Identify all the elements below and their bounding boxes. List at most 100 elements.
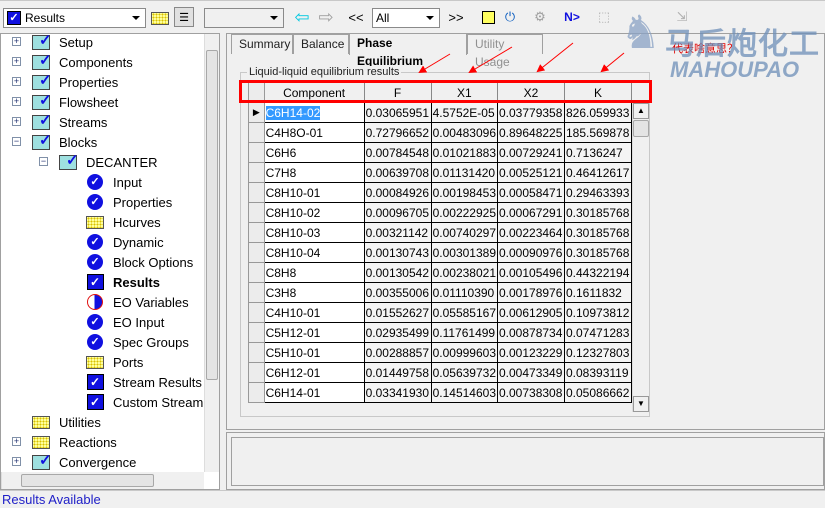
table-cell[interactable]: 0.00123229 xyxy=(497,342,565,363)
run-check-button[interactable]: ⏻ xyxy=(500,7,520,27)
table-row[interactable]: C6H12-01 0.01449758 0.05639732 0.00473349 0.… xyxy=(248,362,632,383)
table-cell[interactable]: C6H6 xyxy=(263,142,365,163)
table-cell[interactable]: 0.01021883 xyxy=(430,142,499,163)
tab-summary[interactable]: Summary xyxy=(231,34,293,54)
table-cell[interactable]: 0.30185768 xyxy=(564,242,632,263)
tab-balance[interactable]: Balance xyxy=(293,34,349,54)
table-cell[interactable]: 0.00130743 xyxy=(363,242,432,263)
row-selector[interactable] xyxy=(248,362,265,383)
table-cell[interactable]: 0.29463393 xyxy=(564,182,632,203)
expand-icon[interactable]: + xyxy=(12,37,21,46)
table-cell[interactable]: C6H12-01 xyxy=(263,362,365,383)
grid-vertical-scrollbar[interactable]: ▲ ▼ xyxy=(632,103,649,412)
tree-item-ports[interactable]: Ports xyxy=(86,352,143,372)
tree-item-properties[interactable]: ✓ Properties xyxy=(86,192,172,212)
settings-button[interactable]: ⚙ xyxy=(530,7,550,27)
row-selector[interactable] xyxy=(248,322,265,343)
table-cell[interactable]: C7H8 xyxy=(263,162,365,183)
notes-button[interactable] xyxy=(478,7,498,27)
table-cell[interactable]: 0.00878734 xyxy=(497,322,565,343)
scroll-thumb[interactable] xyxy=(206,50,218,380)
tree-item-components[interactable]: ✓ Components xyxy=(32,52,133,72)
table-cell[interactable]: 0.00321142 xyxy=(363,222,432,243)
table-cell[interactable]: C8H10-03 xyxy=(263,222,365,243)
tree-item-custom-stream[interactable]: ✓ Custom Stream xyxy=(86,392,203,412)
table-cell[interactable]: 0.00130542 xyxy=(363,262,432,283)
table-row[interactable]: C6H6 0.00784548 0.01021883 0.00729241 0.7136… xyxy=(248,142,632,163)
up-folder-button[interactable] xyxy=(150,8,170,28)
tree-item-dynamic[interactable]: ✓ Dynamic xyxy=(86,232,164,252)
table-cell[interactable]: 0.00639708 xyxy=(363,162,432,183)
table-cell[interactable]: 0.00738308 xyxy=(497,382,565,403)
scroll-thumb[interactable] xyxy=(21,474,154,487)
row-selector[interactable] xyxy=(248,342,265,363)
table-cell[interactable]: 0.00999603 xyxy=(430,342,499,363)
expand-icon[interactable]: + xyxy=(12,117,21,126)
table-cell[interactable]: 0.00612905 xyxy=(497,302,565,323)
table-cell[interactable]: 0.00223464 xyxy=(497,222,565,243)
row-selector[interactable] xyxy=(248,202,265,223)
reconcile-button[interactable]: ⇲ xyxy=(672,7,692,27)
table-cell[interactable]: C6H14-01 xyxy=(263,382,365,403)
table-cell[interactable]: 0.00198453 xyxy=(430,182,499,203)
tree-item-convergence[interactable]: ✓ Convergence xyxy=(32,452,136,472)
table-cell[interactable]: C4H10-01 xyxy=(263,302,365,323)
row-selector[interactable] xyxy=(248,302,265,323)
table-cell[interactable]: 0.02935499 xyxy=(363,322,432,343)
table-cell[interactable]: 0.00729241 xyxy=(497,142,565,163)
table-cell[interactable]: 0.89648225 xyxy=(497,122,565,143)
table-cell[interactable]: 0.00178976 xyxy=(497,282,565,303)
table-cell[interactable]: 0.7136247 xyxy=(564,142,632,163)
expand-icon[interactable]: + xyxy=(12,97,21,106)
table-cell[interactable]: 0.44322194 xyxy=(564,262,632,283)
table-row[interactable]: C5H12-01 0.02935499 0.11761499 0.00878734 0.… xyxy=(248,322,632,343)
table-cell[interactable]: C8H10-04 xyxy=(263,242,365,263)
row-selector[interactable] xyxy=(248,142,265,163)
table-cell[interactable]: 0.00473349 xyxy=(497,362,565,383)
expand-icon[interactable]: + xyxy=(12,457,21,466)
blank-combo[interactable] xyxy=(204,8,284,28)
row-selector[interactable] xyxy=(248,242,265,263)
table-cell[interactable]: C4H8O-01 xyxy=(263,122,365,143)
table-cell[interactable]: 0.72796652 xyxy=(363,122,432,143)
table-cell[interactable]: 0.11761499 xyxy=(430,322,499,343)
row-selector[interactable] xyxy=(248,262,265,283)
tree-item-results[interactable]: ✓ Results xyxy=(86,272,160,292)
back-button[interactable]: ⇦ xyxy=(292,7,312,27)
table-cell[interactable]: 0.46412617 xyxy=(564,162,632,183)
table-row[interactable]: ▶ C6H14-02 0.03065951 4.5752E-05 0.03779358 8… xyxy=(248,102,632,123)
filter-combo[interactable]: All xyxy=(372,8,440,28)
table-cell[interactable]: 0.00238021 xyxy=(430,262,499,283)
table-row[interactable]: C7H8 0.00639708 0.01131420 0.00525121 0.4641… xyxy=(248,162,632,183)
scroll-down-button[interactable]: ▼ xyxy=(633,396,649,412)
table-cell[interactable]: 0.03341930 xyxy=(363,382,432,403)
table-cell[interactable]: C6H14-02 xyxy=(263,102,365,123)
collapse-icon[interactable]: − xyxy=(12,137,21,146)
table-cell[interactable]: 0.14514603 xyxy=(430,382,499,403)
table-cell[interactable]: 0.30185768 xyxy=(564,202,632,223)
tree-item-stream-results[interactable]: ✓ Stream Results xyxy=(86,372,202,392)
forward-button[interactable]: ⇨ xyxy=(316,7,336,27)
table-cell[interactable]: 0.05585167 xyxy=(430,302,499,323)
table-row[interactable]: C4H8O-01 0.72796652 0.00483096 0.89648225 18… xyxy=(248,122,632,143)
table-cell[interactable]: 0.01552627 xyxy=(363,302,432,323)
table-cell[interactable]: C5H12-01 xyxy=(263,322,365,343)
scroll-thumb[interactable] xyxy=(633,120,649,137)
table-cell[interactable]: 0.00483096 xyxy=(430,122,499,143)
table-cell[interactable]: 0.00058471 xyxy=(497,182,565,203)
tree-item-blocks[interactable]: ✓ Blocks xyxy=(32,132,97,152)
tree-vertical-scrollbar[interactable] xyxy=(204,34,219,472)
row-selector[interactable] xyxy=(248,282,265,303)
table-cell[interactable]: C8H10-01 xyxy=(263,182,365,203)
tree-item-flowsheet[interactable]: ✓ Flowsheet xyxy=(32,92,118,112)
table-cell[interactable]: 0.12327803 xyxy=(564,342,632,363)
row-selector[interactable]: ▶ xyxy=(248,102,265,123)
table-cell[interactable]: 0.00090976 xyxy=(497,242,565,263)
table-cell[interactable]: C8H8 xyxy=(263,262,365,283)
table-cell[interactable]: 0.07471283 xyxy=(564,322,632,343)
table-cell[interactable]: 0.00355006 xyxy=(363,282,432,303)
table-cell[interactable]: 0.03065951 xyxy=(363,102,432,123)
table-cell[interactable]: 0.1611832 xyxy=(564,282,632,303)
tree-item-eo-variables[interactable]: EO Variables xyxy=(86,292,189,312)
table-row[interactable]: C5H10-01 0.00288857 0.00999603 0.00123229 0.… xyxy=(248,342,632,363)
